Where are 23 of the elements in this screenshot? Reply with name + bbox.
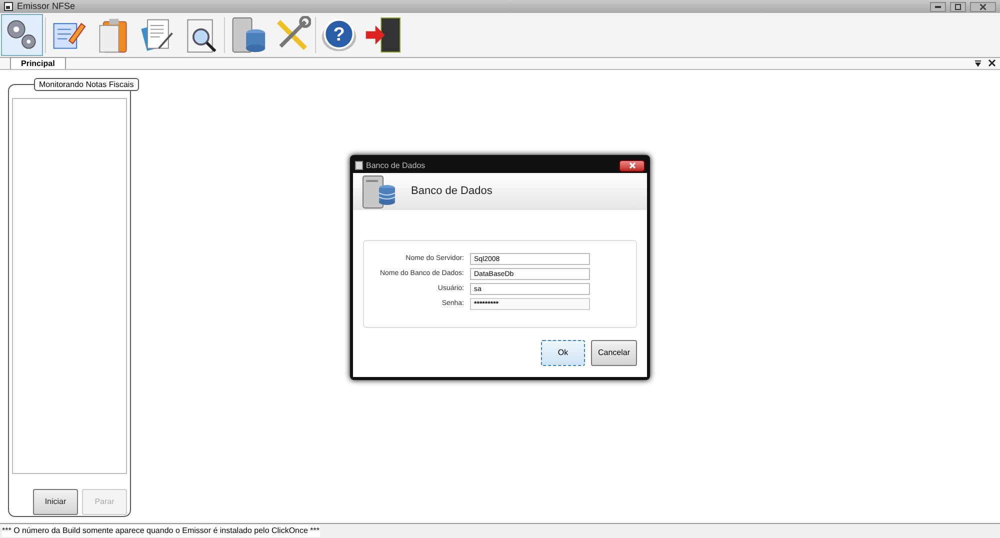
minimize-button[interactable] bbox=[930, 2, 946, 12]
minimize-icon bbox=[935, 6, 941, 8]
close-icon[interactable] bbox=[988, 59, 996, 67]
group-title: Monitorando Notas Fiscais bbox=[34, 78, 139, 91]
close-icon bbox=[628, 162, 636, 169]
dialog-title: Banco de Dados bbox=[366, 160, 426, 172]
restore-icon bbox=[955, 4, 961, 10]
close-button[interactable] bbox=[619, 160, 645, 172]
window-title: Emissor NFSe bbox=[17, 2, 76, 11]
dialog-icon bbox=[355, 161, 363, 170]
dialog-button[interactable]: Cancelar bbox=[591, 340, 637, 366]
close-icon bbox=[980, 4, 986, 10]
maximize-button[interactable] bbox=[950, 2, 966, 12]
toolbar-button[interactable] bbox=[1, 14, 43, 56]
exit-door-icon bbox=[364, 16, 402, 54]
database-server-icon bbox=[361, 174, 397, 210]
app-icon bbox=[4, 2, 13, 11]
dialog-heading: Banco de Dados bbox=[411, 184, 492, 200]
dialog-button[interactable]: Ok bbox=[541, 340, 585, 366]
tab[interactable]: Principal bbox=[10, 57, 66, 69]
monitor-button[interactable]: Iniciar bbox=[33, 489, 78, 515]
status-text: *** O número da Build somente aparece quando o Emissor é instalado pelo ClickOnce *** bbox=[2, 525, 320, 537]
dropdown-icon[interactable] bbox=[974, 59, 982, 67]
